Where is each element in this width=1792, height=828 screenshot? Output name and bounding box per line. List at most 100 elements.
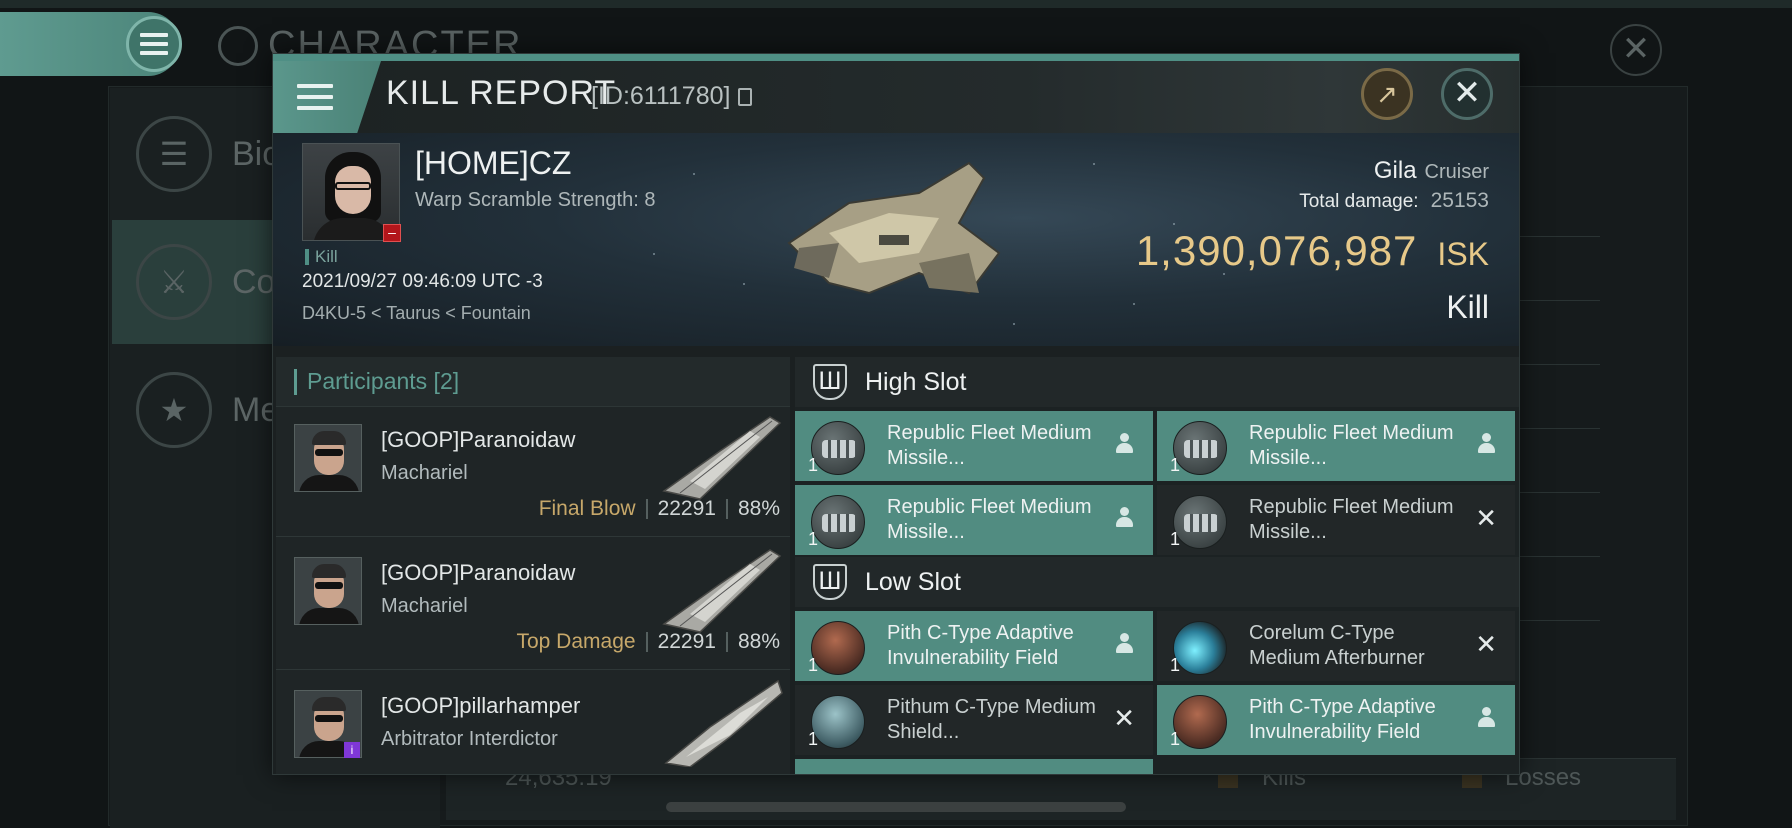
missile-launcher-icon — [811, 421, 865, 475]
module-quantity: 1 — [1170, 655, 1181, 675]
missile-launcher-icon — [1173, 421, 1227, 475]
victim-ship-image[interactable] — [769, 143, 1009, 313]
participant-row[interactable]: i [GOOP]pillarhamper Arbitrator Interdic… — [276, 673, 790, 774]
module-name: Pith C-Type Adaptive Invulnerability Fie… — [1249, 696, 1436, 743]
module-quantity: 1 — [1170, 729, 1181, 749]
kill-report-window: KILL REPORT [ID:6111780] ↗ ✕ – [HOME]CZ … — [272, 53, 1520, 775]
home-indicator[interactable] — [666, 802, 1126, 812]
victim-name[interactable]: [HOME]CZ — [415, 145, 571, 182]
participant-ship: Arbitrator Interdictor — [381, 728, 558, 750]
participants-panel: Participants [2] [GOOP]Paranoidaw Machar… — [276, 357, 790, 774]
warp-scramble-strength: Warp Scramble Strength: 8 — [415, 189, 656, 211]
shield-module-icon — [811, 621, 865, 675]
participant-stats: Final Blow 22291 88% — [539, 497, 780, 521]
participant-name[interactable]: [GOOP]pillarhamper — [381, 693, 580, 719]
copy-icon[interactable] — [738, 87, 753, 106]
close-button[interactable]: ✕ — [1441, 68, 1493, 120]
dropped-icon — [1115, 507, 1133, 529]
dropped-icon — [1115, 633, 1133, 655]
participant-ship-image — [664, 679, 783, 767]
kill-report-accent — [273, 54, 1519, 61]
info-badge-icon: i — [344, 742, 360, 758]
module-name: Pith C-Type Adaptive Invulnerability Fie… — [887, 622, 1074, 669]
destroyed-icon: ✕ — [1113, 703, 1135, 733]
module-name: Corelum C-Type Medium Afterburner — [1249, 622, 1425, 669]
kill-datetime: 2021/09/27 09:46:09 UTC -3 — [302, 271, 543, 292]
kill-report-id[interactable]: [ID:6111780] — [591, 82, 753, 111]
report-kind: Kill — [1446, 289, 1489, 325]
crossed-swords-icon: ⚔ — [136, 244, 212, 320]
participant-name[interactable]: [GOOP]Paranoidaw — [381, 560, 575, 586]
background-close-button[interactable]: ✕ — [1610, 24, 1662, 76]
module-item[interactable]: 1 Republic Fleet Medium Missile... — [795, 485, 1153, 555]
dropped-icon — [1477, 707, 1495, 729]
module-name: Republic Fleet Medium Missile... — [887, 422, 1092, 469]
module-quantity: 1 — [1170, 529, 1181, 549]
share-button[interactable]: ↗ — [1361, 68, 1413, 120]
module-item[interactable]: 1 Corelum C-Type Medium Afterburner ✕ — [1157, 611, 1515, 681]
participant-ship-image — [662, 549, 782, 633]
participant-ship-image — [662, 416, 782, 500]
module-quantity: 1 — [808, 655, 819, 675]
list-icon: ☰ — [136, 116, 212, 192]
external-link-icon: ↗ — [1376, 79, 1398, 109]
vitruvian-icon — [218, 25, 258, 66]
shield-module-icon — [1173, 695, 1227, 749]
isk-value: 1,390,076,987 ISK — [1135, 227, 1489, 274]
participants-header[interactable]: Participants [2] — [276, 357, 790, 407]
star-icon: ★ — [136, 372, 212, 448]
module-item[interactable]: 1 Republic Fleet Medium Missile... ✕ — [1157, 485, 1515, 555]
dropped-icon — [1115, 433, 1133, 455]
missile-launcher-icon — [1173, 495, 1227, 549]
participant-name[interactable]: [GOOP]Paranoidaw — [381, 427, 575, 453]
module-item[interactable]: 1 Pith C-Type Adaptive Invulnerability F… — [795, 611, 1153, 681]
participant-row[interactable]: [GOOP]Paranoidaw Machariel Final Blow 22… — [276, 407, 790, 537]
kill-tag: Kill — [305, 247, 338, 267]
high-slot-icon: Ш — [813, 364, 847, 400]
total-damage: Total damage: 25153 — [1299, 189, 1489, 212]
final-blow-label: Final Blow — [538, 497, 636, 520]
participant-damage: 22291 — [657, 497, 716, 520]
hamburger-icon — [140, 33, 168, 55]
participant-portrait[interactable] — [294, 424, 362, 492]
module-item[interactable]: 1 Republic Fleet Medium Missile... — [795, 411, 1153, 481]
module-name: Republic Fleet Medium Missile... — [1249, 496, 1454, 543]
missile-launcher-icon — [811, 495, 865, 549]
participant-percent: 88% — [737, 630, 780, 653]
participant-portrait[interactable] — [294, 557, 362, 625]
ship-name[interactable]: Gila Cruiser — [1374, 157, 1489, 185]
participant-percent: 88% — [737, 497, 780, 520]
module-quantity: 1 — [808, 729, 819, 749]
module-quantity: 1 — [808, 455, 819, 475]
module-quantity: 1 — [808, 529, 819, 549]
close-icon: ✕ — [1452, 74, 1482, 112]
shield-extender-icon — [811, 695, 865, 749]
low-slot-icon: Ш — [813, 564, 847, 600]
top-damage-label: Top Damage — [516, 630, 636, 653]
participant-damage: 22291 — [657, 630, 716, 653]
module-item-partial[interactable] — [795, 759, 1153, 774]
module-name: Pithum C-Type Medium Shield... — [887, 696, 1096, 743]
background-menu-button[interactable] — [126, 16, 182, 72]
modules-panel: Ш High Slot 1 Republic Fleet Medium Miss… — [795, 357, 1519, 774]
victim-summary: – [HOME]CZ Warp Scramble Strength: 8 Kil… — [273, 133, 1519, 346]
module-item[interactable]: 1 Republic Fleet Medium Missile... — [1157, 411, 1515, 481]
module-name: Republic Fleet Medium Missile... — [887, 496, 1092, 543]
kill-location[interactable]: D4KU-5 < Taurus < Fountain — [302, 303, 531, 324]
participant-ship: Machariel — [381, 462, 468, 484]
participant-stats: Top Damage 22291 88% — [516, 630, 780, 654]
participant-row[interactable]: [GOOP]Paranoidaw Machariel Top Damage 22… — [276, 540, 790, 670]
module-name: Republic Fleet Medium Missile... — [1249, 422, 1454, 469]
kill-report-title: KILL REPORT — [386, 74, 617, 112]
module-item[interactable]: 1 Pithum C-Type Medium Shield... ✕ — [795, 685, 1153, 755]
afterburner-icon — [1173, 621, 1227, 675]
destroyed-icon: ✕ — [1475, 629, 1497, 659]
participant-ship: Machariel — [381, 595, 468, 617]
dropped-icon — [1477, 433, 1495, 455]
high-slot-header: Ш High Slot — [795, 357, 1519, 407]
low-slot-header: Ш Low Slot — [795, 557, 1519, 607]
destroyed-icon: ✕ — [1475, 503, 1497, 533]
standing-minus-icon: – — [383, 224, 401, 242]
module-item[interactable]: 1 Pith C-Type Adaptive Invulnerability F… — [1157, 685, 1515, 755]
module-quantity: 1 — [1170, 455, 1181, 475]
